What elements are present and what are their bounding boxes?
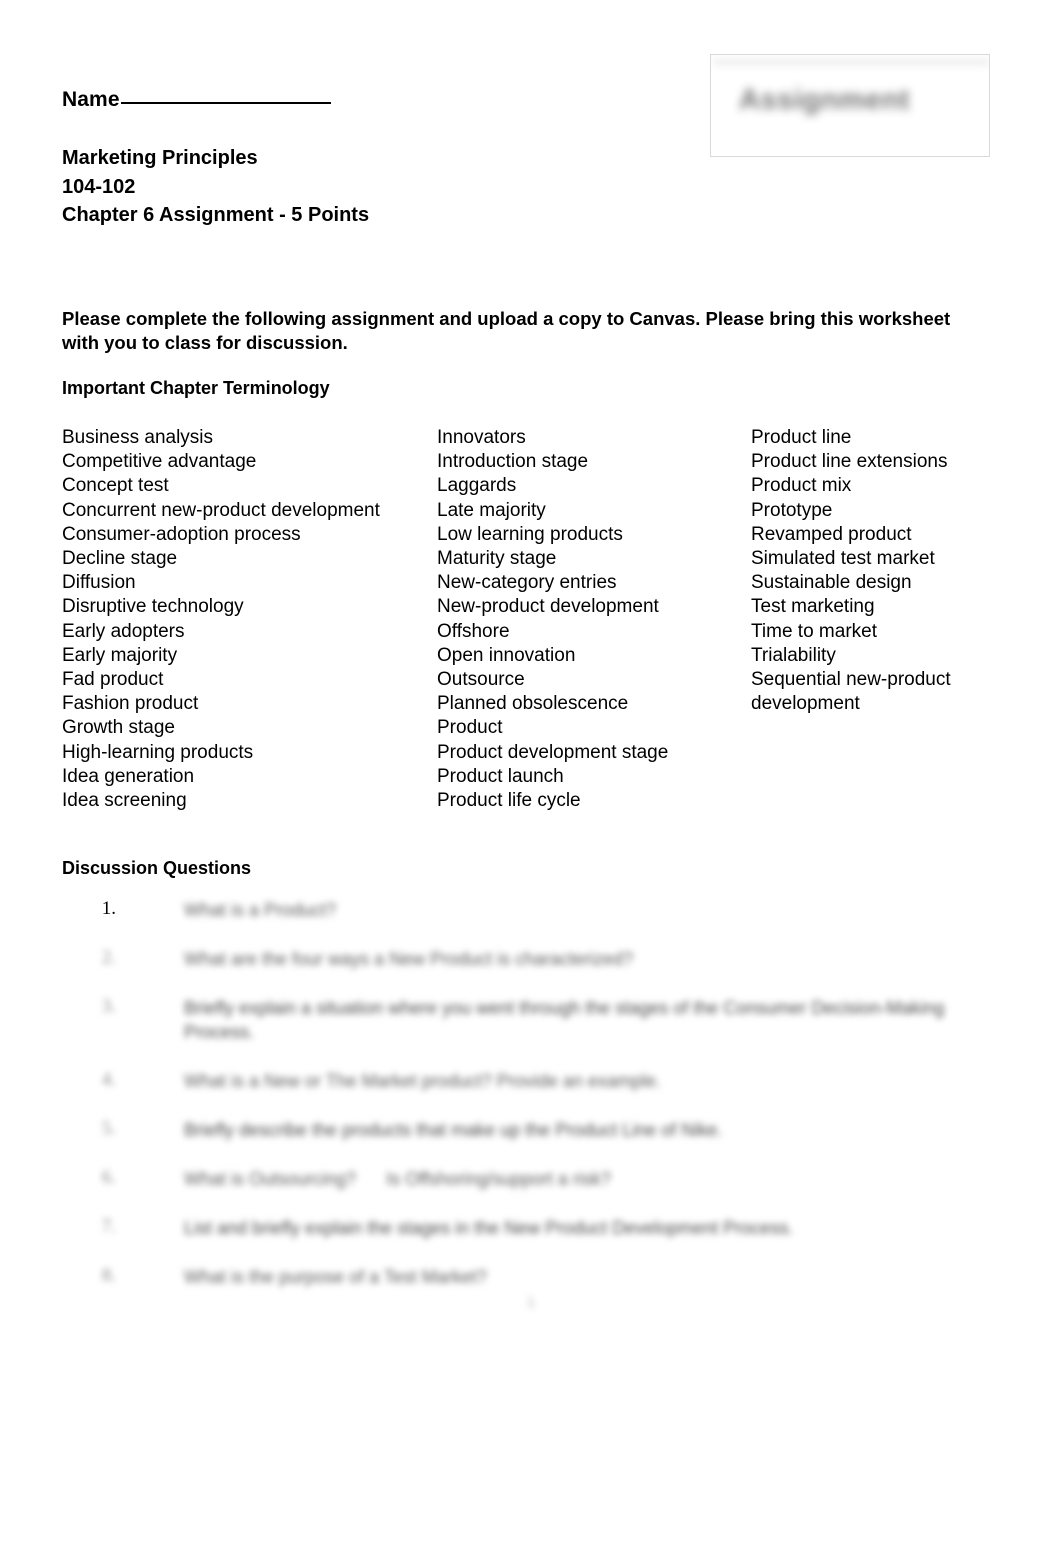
discussion-question-number: 3. [101,996,116,1017]
assignment-stamp-text: Assignment [739,84,910,116]
terminology-columns: Business analysis Competitive advantage Co… [62,426,1002,813]
terminology-term: Product [437,717,503,739]
terminology-term: Laggards [437,475,517,497]
terminology-term: Fad product [62,669,164,691]
terminology-term: Open innovation [437,644,576,666]
terminology-term: Product mix [751,475,852,497]
discussion-question-text: What are the four ways a New Product is … [184,949,634,969]
name-field-line: Name [62,88,331,112]
discussion-question-item: 1. What is a Product? [62,898,1002,947]
terminology-term: Sustainable design [751,572,912,594]
terminology-term: Sequential new-product development [751,669,951,715]
discussion-question-item: 2. What are the four ways a New Product i… [62,947,1002,996]
discussion-question-item: 3. Briefly explain a situation where you … [62,996,1002,1069]
discussion-question-item: 6. What is Outsourcing? Is Offshoring/sup… [62,1167,1002,1216]
discussion-question-number: 2. [101,947,116,968]
discussion-question-item: 4. What is a New or The Market product? P… [62,1069,1002,1118]
terminology-term: High-learning products [62,741,254,763]
terminology-term: Maturity stage [437,548,557,570]
discussion-question-number: 8. [101,1265,116,1286]
terminology-term: Simulated test market [751,548,935,570]
terminology-term: Product development stage [437,741,669,763]
discussion-question-text: What is the purpose of a Test Market? [184,1267,487,1287]
terminology-term: Product line extensions [751,451,948,473]
page-number: 1 [526,1294,536,1311]
terminology-term: Product launch [437,765,564,787]
discussion-question-item: 7. List and briefly explain the stages in… [62,1216,1002,1265]
discussion-question-number: 5. [101,1118,116,1139]
terminology-term: Early majority [62,644,178,666]
terminology-term: Revamped product [751,523,912,545]
terminology-term: Diffusion [62,572,136,594]
assignment-title: Chapter 6 Assignment - 5 Points [62,204,370,226]
terminology-column-2: Innovators Introduction stage Laggards Late… [437,426,751,813]
terminology-column-3: Product line Product line extensions Produ… [751,426,1001,813]
terminology-term: Growth stage [62,717,175,739]
terminology-term: Test marketing [751,596,875,618]
discussion-questions-heading: Discussion Questions [62,858,252,878]
terminology-term: Planned obsolescence [437,693,629,715]
discussion-question-item: 5. Briefly describe the products that mak… [62,1118,1002,1167]
terminology-term: Introduction stage [437,451,589,473]
instructions-paragraph: Please complete the following assignment… [62,308,951,353]
assignment-stamp-inner: Assignment [711,55,989,156]
discussion-question-text: What is Outsourcing? Is Offshoring/suppo… [184,1169,611,1189]
discussion-question-text: List and briefly explain the stages in t… [184,1218,794,1238]
terminology-term: Idea screening [62,790,187,812]
discussion-question-text: Briefly explain a situation where you we… [184,998,945,1042]
terminology-term: Product life cycle [437,790,581,812]
terminology-term: New-product development [437,596,659,618]
terminology-term: Consumer-adoption process [62,523,301,545]
discussion-question-number: 1. [101,898,116,919]
terminology-term: Disruptive technology [62,596,244,618]
discussion-question-number: 6. [101,1167,116,1188]
terminology-term: Offshore [437,620,510,642]
terminology-heading: Important Chapter Terminology [62,378,330,398]
terminology-term: Concurrent new-product development [62,499,380,521]
terminology-term: Outsource [437,669,525,691]
terminology-term: Innovators [437,427,526,448]
terminology-term: Competitive advantage [62,451,257,473]
course-number: 104-102 [62,175,136,198]
terminology-term: Early adopters [62,620,185,642]
assignment-stamp-box: Assignment [710,54,990,157]
terminology-term: Business analysis [62,427,214,448]
discussion-question-text: What is a New or The Market product? Pro… [184,1071,661,1091]
terminology-term: Low learning products [437,523,623,545]
discussion-question-text: Briefly describe the products that make … [184,1120,723,1140]
terminology-term: New-category entries [437,572,617,594]
terminology-term: Prototype [751,499,833,521]
terminology-term: Decline stage [62,548,178,570]
terminology-term: Product line [751,427,852,448]
terminology-term: Idea generation [62,765,195,787]
discussion-question-text: What is a Product? [184,900,337,920]
name-label: Name [62,88,120,111]
course-title: Marketing Principles [62,147,258,169]
course-heading-block: Marketing Principles 104-102 Chapter 6 A… [62,144,369,230]
document-page: Name Marketing Principles 104-102 Chapte… [0,0,1062,1556]
terminology-column-1: Business analysis Competitive advantage Co… [62,426,437,813]
terminology-term: Trialability [751,644,836,666]
terminology-term: Time to market [751,620,877,642]
discussion-question-number: 7. [101,1216,116,1237]
discussion-question-number: 4. [101,1069,116,1090]
stamp-top-shade [713,57,989,67]
terminology-term: Late majority [437,499,546,521]
terminology-term: Fashion product [62,693,199,715]
terminology-term: Concept test [62,475,169,497]
name-blank-rule[interactable] [120,102,331,104]
